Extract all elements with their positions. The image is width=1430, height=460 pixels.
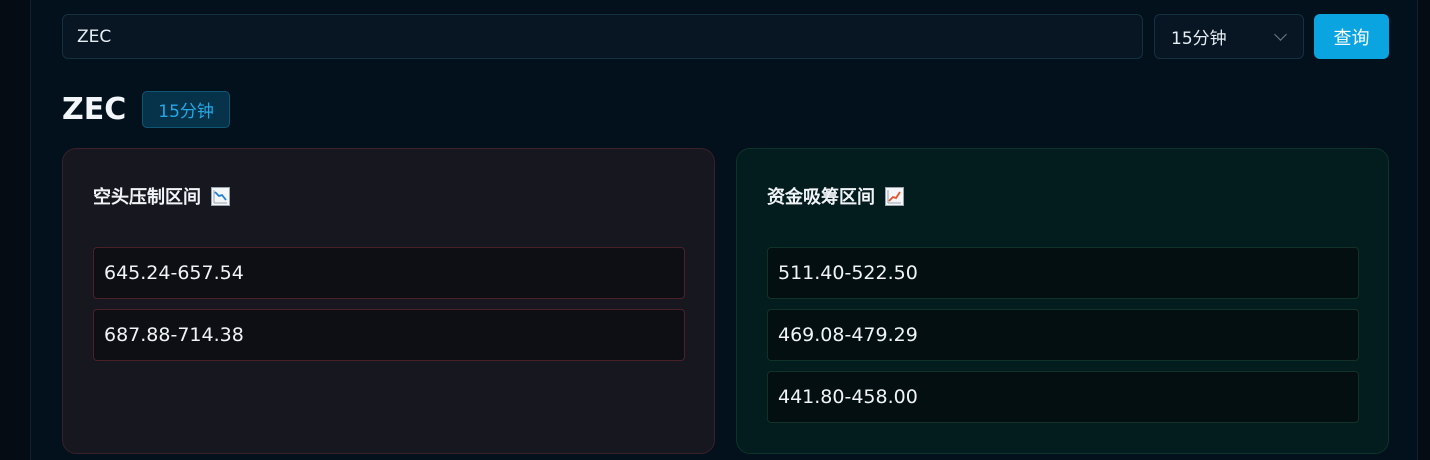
- search-bar: 15分钟 查询: [62, 14, 1389, 59]
- resistance-range-item: 645.24-657.54: [93, 247, 685, 299]
- symbol-input[interactable]: [62, 14, 1143, 59]
- support-range-item: 441.80-458.00: [767, 371, 1359, 423]
- resistance-range-list: 645.24-657.54 687.88-714.38: [93, 247, 685, 371]
- interval-badge: 15分钟: [142, 90, 230, 128]
- resistance-card-title: 空头压制区间: [93, 183, 230, 209]
- support-card-title: 资金吸筹区间: [767, 183, 904, 209]
- support-card: 资金吸筹区间 511.40-522.50 469.08-479.29 441.8…: [736, 148, 1389, 454]
- query-button[interactable]: 查询: [1314, 14, 1389, 59]
- resistance-title-text: 空头压制区间: [93, 187, 201, 208]
- resistance-card: 空头压制区间 645.24-657.54 687.88-714.38: [62, 148, 715, 454]
- symbol-title: ZEC: [62, 91, 127, 127]
- resistance-range-item: 687.88-714.38: [93, 309, 685, 361]
- support-title-text: 资金吸筹区间: [767, 187, 875, 208]
- chart-decreasing-icon: [211, 186, 230, 206]
- chart-increasing-icon: [885, 186, 904, 206]
- support-range-item: 469.08-479.29: [767, 309, 1359, 361]
- support-range-item: 511.40-522.50: [767, 247, 1359, 299]
- chevron-down-icon: [1274, 28, 1287, 41]
- interval-select[interactable]: 15分钟: [1154, 14, 1304, 59]
- support-range-list: 511.40-522.50 469.08-479.29 441.80-458.0…: [767, 247, 1359, 433]
- symbol-header: ZEC 15分钟: [62, 89, 230, 129]
- main-panel: 15分钟 查询 ZEC 15分钟 空头压制区间 645.24-657.54 68…: [30, 0, 1418, 460]
- interval-select-value: 15分钟: [1171, 29, 1227, 49]
